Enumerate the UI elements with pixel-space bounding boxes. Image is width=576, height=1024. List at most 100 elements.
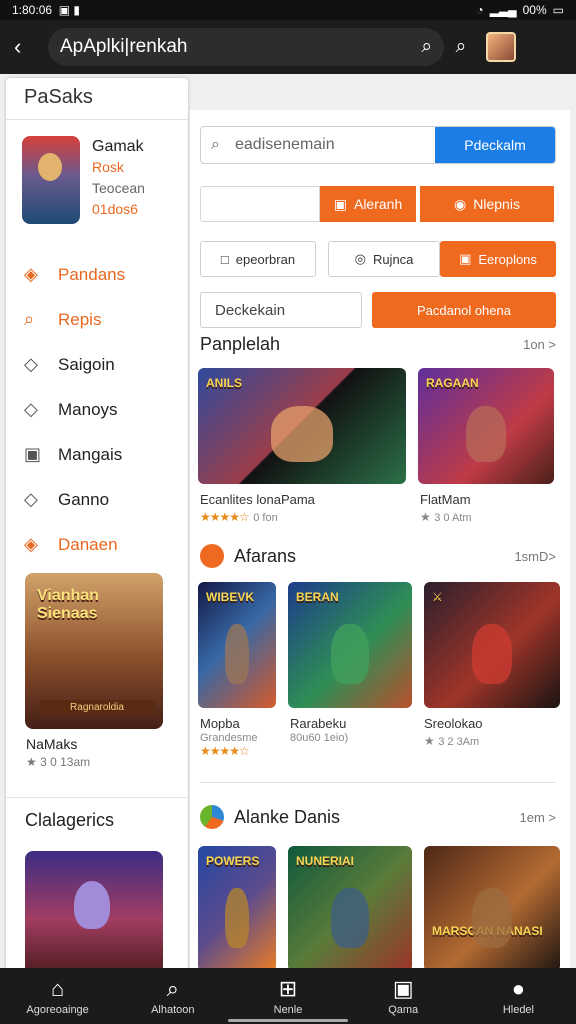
section-title: Alanke Danis [234, 806, 341, 827]
sidebar-menu: ◈ Pandans ⌕ Repis ◇ Saigoin ◇ Manoys ▣ Mangai… [6, 240, 188, 567]
back-icon[interactable]: ‹ [14, 34, 48, 60]
aleranh-button[interactable]: ▣ Aleranh [320, 186, 416, 222]
main-search-input[interactable]: ⌕ eadisenemain [201, 127, 435, 163]
game-meta: 3 0 Atm [434, 512, 472, 524]
search-button[interactable]: Pdeckalm [435, 127, 555, 163]
see-more-link[interactable]: 1em > [520, 810, 557, 825]
game-meta: 3 2 3Am [438, 736, 480, 748]
tab-create[interactable]: ⊞ Nenle [230, 968, 345, 1024]
search-icon[interactable]: ⌕ [421, 36, 432, 58]
game-art-alanke-1[interactable]: POWERS [198, 846, 276, 970]
user-icon: ● [511, 976, 526, 1001]
game-info-mopba: Mopba Grandesme ★★★★☆ [200, 716, 290, 758]
sidebar-item-ganno[interactable]: ◇ Ganno [6, 477, 188, 522]
sidebar-title: PaSaks [6, 86, 188, 120]
search-placeholder: eadisenemain [235, 136, 335, 153]
sidebar-item-label: Danaen [58, 534, 118, 554]
sidebar-item-saigoin[interactable]: ◇ Saigoin [6, 342, 188, 387]
game-rating: ★ 3 2 3Am [424, 732, 560, 750]
game-art-flatmam[interactable]: RAGAAN [418, 368, 554, 484]
game-info-flatmam: FlatMam ★ 3 0 Atm [420, 492, 556, 526]
profile-info: Gamak Rosk Teocean 01dos6 [92, 136, 145, 224]
profile-card[interactable]: Gamak Rosk Teocean 01dos6 [6, 120, 188, 240]
home-indicator[interactable] [228, 1019, 348, 1022]
sidebar: PaSaks Gamak Rosk Teocean 01dos6 ◈ Pandan… [6, 78, 188, 970]
section-badge-icon [200, 544, 224, 568]
tag-icon: ◈ [24, 534, 38, 554]
game-art-mopba[interactable]: WIBEVK [198, 582, 276, 708]
main-content: ⌕ eadisenemain Pdeckalm ▣ Aleranh ◉ Nlepnis… [190, 110, 570, 970]
game-art-title: BERAN [296, 590, 339, 604]
deckekain-select[interactable]: Deckekain [200, 292, 362, 328]
see-more-link[interactable]: 1smD> [514, 549, 556, 564]
hero-shape [225, 623, 249, 685]
sidebar-item-manoys[interactable]: ◇ Manoys [6, 387, 188, 432]
search-icon[interactable]: ⌕ [444, 36, 478, 58]
filter-epeorbran[interactable]: □ epeorbran [200, 241, 316, 277]
game-subtitle: Grandesme [200, 732, 258, 744]
tab-home[interactable]: ⌂ Agoreoainge [0, 968, 115, 1024]
status-icons: ◔ ▂▃▄ 00% ▭ [476, 3, 564, 17]
tab-profile[interactable]: ● Hledel [461, 968, 576, 1024]
sidebar-item-label: Ganno [58, 489, 110, 509]
sidebar-item-label: Repis [58, 309, 102, 329]
star-rating: ★★★★☆ [200, 510, 250, 524]
nlepnis-label: Nlepnis [473, 196, 520, 212]
pacdanol-button[interactable]: Pacdanol ohena [372, 292, 556, 328]
featured-game-art[interactable]: Vianhan Sienaas Ragnaroldia [25, 573, 163, 729]
tab-calendar[interactable]: ▣ Qama [346, 968, 461, 1024]
section-title: Panplelah [200, 333, 281, 354]
filter-label: epeorbran [235, 251, 296, 267]
sidebar-item-mangais[interactable]: ▣ Mangais [6, 432, 188, 477]
sidebar-item-pandans[interactable]: ◈ Pandans [6, 252, 188, 297]
game-art-alanke-3[interactable]: MARSCAN NANASI [424, 846, 560, 970]
game-art-rarabeku[interactable]: BERAN [288, 582, 412, 708]
game-art-title: WIBEVK [206, 590, 254, 604]
sidebar-item-repis[interactable]: ⌕ Repis [6, 297, 188, 342]
empty-field[interactable] [200, 186, 320, 222]
battery-icon: ▭ [552, 3, 564, 17]
section-badge-icon [200, 805, 224, 829]
profile-line-1: Rosk [92, 159, 124, 175]
section-title: Afarans [234, 545, 297, 566]
game-art-sreolokao[interactable]: ⚔ [424, 582, 560, 708]
hero-shape [465, 406, 507, 462]
featured-game-meta: ★ 3 0 13am [26, 755, 91, 769]
filter-eeroplons[interactable]: ▣ Eeroplons [440, 241, 556, 277]
global-search-field[interactable]: ApAplki|renkah ⌕ [48, 28, 444, 66]
tab-search[interactable]: ⌕ Alhatoon [115, 968, 230, 1024]
search-bar: ⌕ eadisenemain Pdeckalm [200, 126, 556, 164]
nlepnis-button[interactable]: ◉ Nlepnis [420, 186, 554, 222]
circle-icon: ◎ [354, 251, 366, 266]
game-info-rarabeku: Rarabeku 80u60 1eio) [290, 716, 424, 758]
section-afarans-header: Afarans 1smD> [200, 542, 556, 570]
time-text: 1:80:06 [12, 3, 53, 17]
battery-text: 00% [522, 3, 547, 17]
category-game-art[interactable] [25, 851, 163, 970]
star-rating: ★ [420, 510, 431, 524]
profile-game-art [22, 136, 80, 224]
game-subtitle: 80u60 1eio) [290, 732, 349, 744]
game-art-alanke-2[interactable]: NUNERIAI [288, 846, 412, 970]
game-row-1: ANILS RAGAAN [198, 368, 554, 484]
game-art-ecanlites[interactable]: ANILS [198, 368, 406, 484]
featured-title: Vianhan Sienaas [37, 587, 99, 622]
avatar[interactable] [486, 32, 516, 62]
categories-heading: Clalagerics [25, 810, 115, 830]
plus-icon: ⊞ [278, 976, 298, 1001]
select-row: Deckekain Pacdanol ohena [200, 292, 556, 328]
box-icon: □ [220, 251, 229, 267]
search-icon: ⌕ [24, 309, 35, 329]
star-rating: ★ [424, 734, 435, 748]
alert-icons: ▣ ▮ [52, 3, 80, 17]
filter-rujnca[interactable]: ◎ Rujnca [328, 241, 440, 277]
signal-icon: ▂▃▄ [489, 3, 517, 17]
game-name: FlatMam [420, 492, 471, 507]
camera-icon: ▣ [24, 444, 42, 464]
hero-shape [270, 406, 334, 462]
see-more-link[interactable]: 1on > [523, 337, 556, 352]
sidebar-item-danaen[interactable]: ◈ Danaen [6, 522, 188, 567]
sidebar-item-label: Pandans [58, 264, 126, 284]
section-alanke-header: Alanke Danis 1em > [200, 803, 556, 831]
box-icon: ▣ [459, 251, 472, 266]
